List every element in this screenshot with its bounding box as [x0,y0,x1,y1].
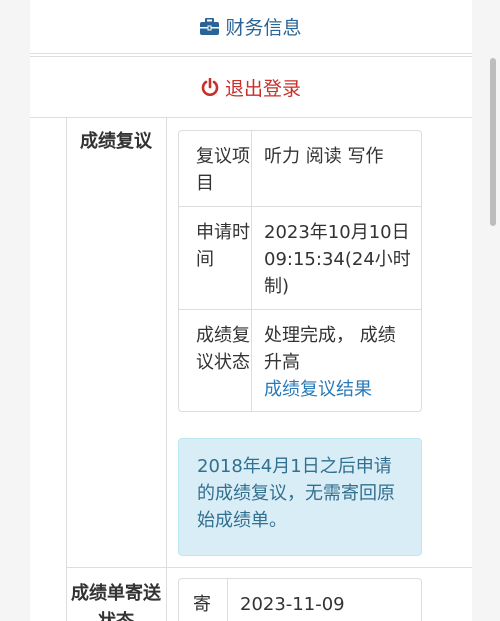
table-row: 复议项目 听力 阅读 写作 [179,131,421,207]
table-row-divider [66,567,472,568]
table-column-divider [166,118,167,621]
page: 财务信息 退出登录 成绩复议 复议项目 听力 阅读 写作 申请时间 2023年1… [0,0,500,621]
scrollbar[interactable] [490,58,496,226]
review-status-text: 处理完成， 成绩升高 [264,325,396,373]
mail-date-value: 2023-11-09 [240,594,345,615]
menu-item-finance[interactable]: 财务信息 [30,0,472,54]
review-item-key: 复议项目 [179,131,252,206]
briefcase-icon [200,18,220,35]
menu-item-finance-label: 财务信息 [225,17,302,39]
review-result-link[interactable]: 成绩复议结果 [264,379,372,400]
review-status-key: 成绩复议状态 [179,310,252,411]
menu-item-logout[interactable]: 退出登录 [30,56,472,118]
review-detail-table: 复议项目 听力 阅读 写作 申请时间 2023年10月10日 09:15:34(… [178,130,422,412]
menu-item-logout-label: 退出登录 [224,77,301,100]
table-row: 申请时间 2023年10月10日 09:15:34(24小时制) [179,207,421,310]
power-icon [201,78,219,96]
row-label-score-review: 成绩复议 [80,131,152,152]
review-item-value: 听力 阅读 写作 [264,146,384,167]
row-label-mail-status: 成绩单寄送状态 [71,583,161,621]
table-border-left [66,118,67,621]
apply-time-key: 申请时间 [179,207,252,309]
table-row: 成绩复议状态 处理完成， 成绩升高 成绩复议结果 [179,310,421,411]
apply-time-value: 2023年10月10日 09:15:34(24小时制) [264,222,411,297]
mail-detail-table: 寄 2023-11-09 [178,578,422,621]
mail-key: 寄 [179,579,228,621]
review-status-value: 处理完成， 成绩升高 成绩复议结果 [252,310,421,403]
left-gutter [0,0,30,621]
info-alert: 2018年4月1日之后申请的成绩复议，无需寄回原始成绩单。 [178,438,422,556]
